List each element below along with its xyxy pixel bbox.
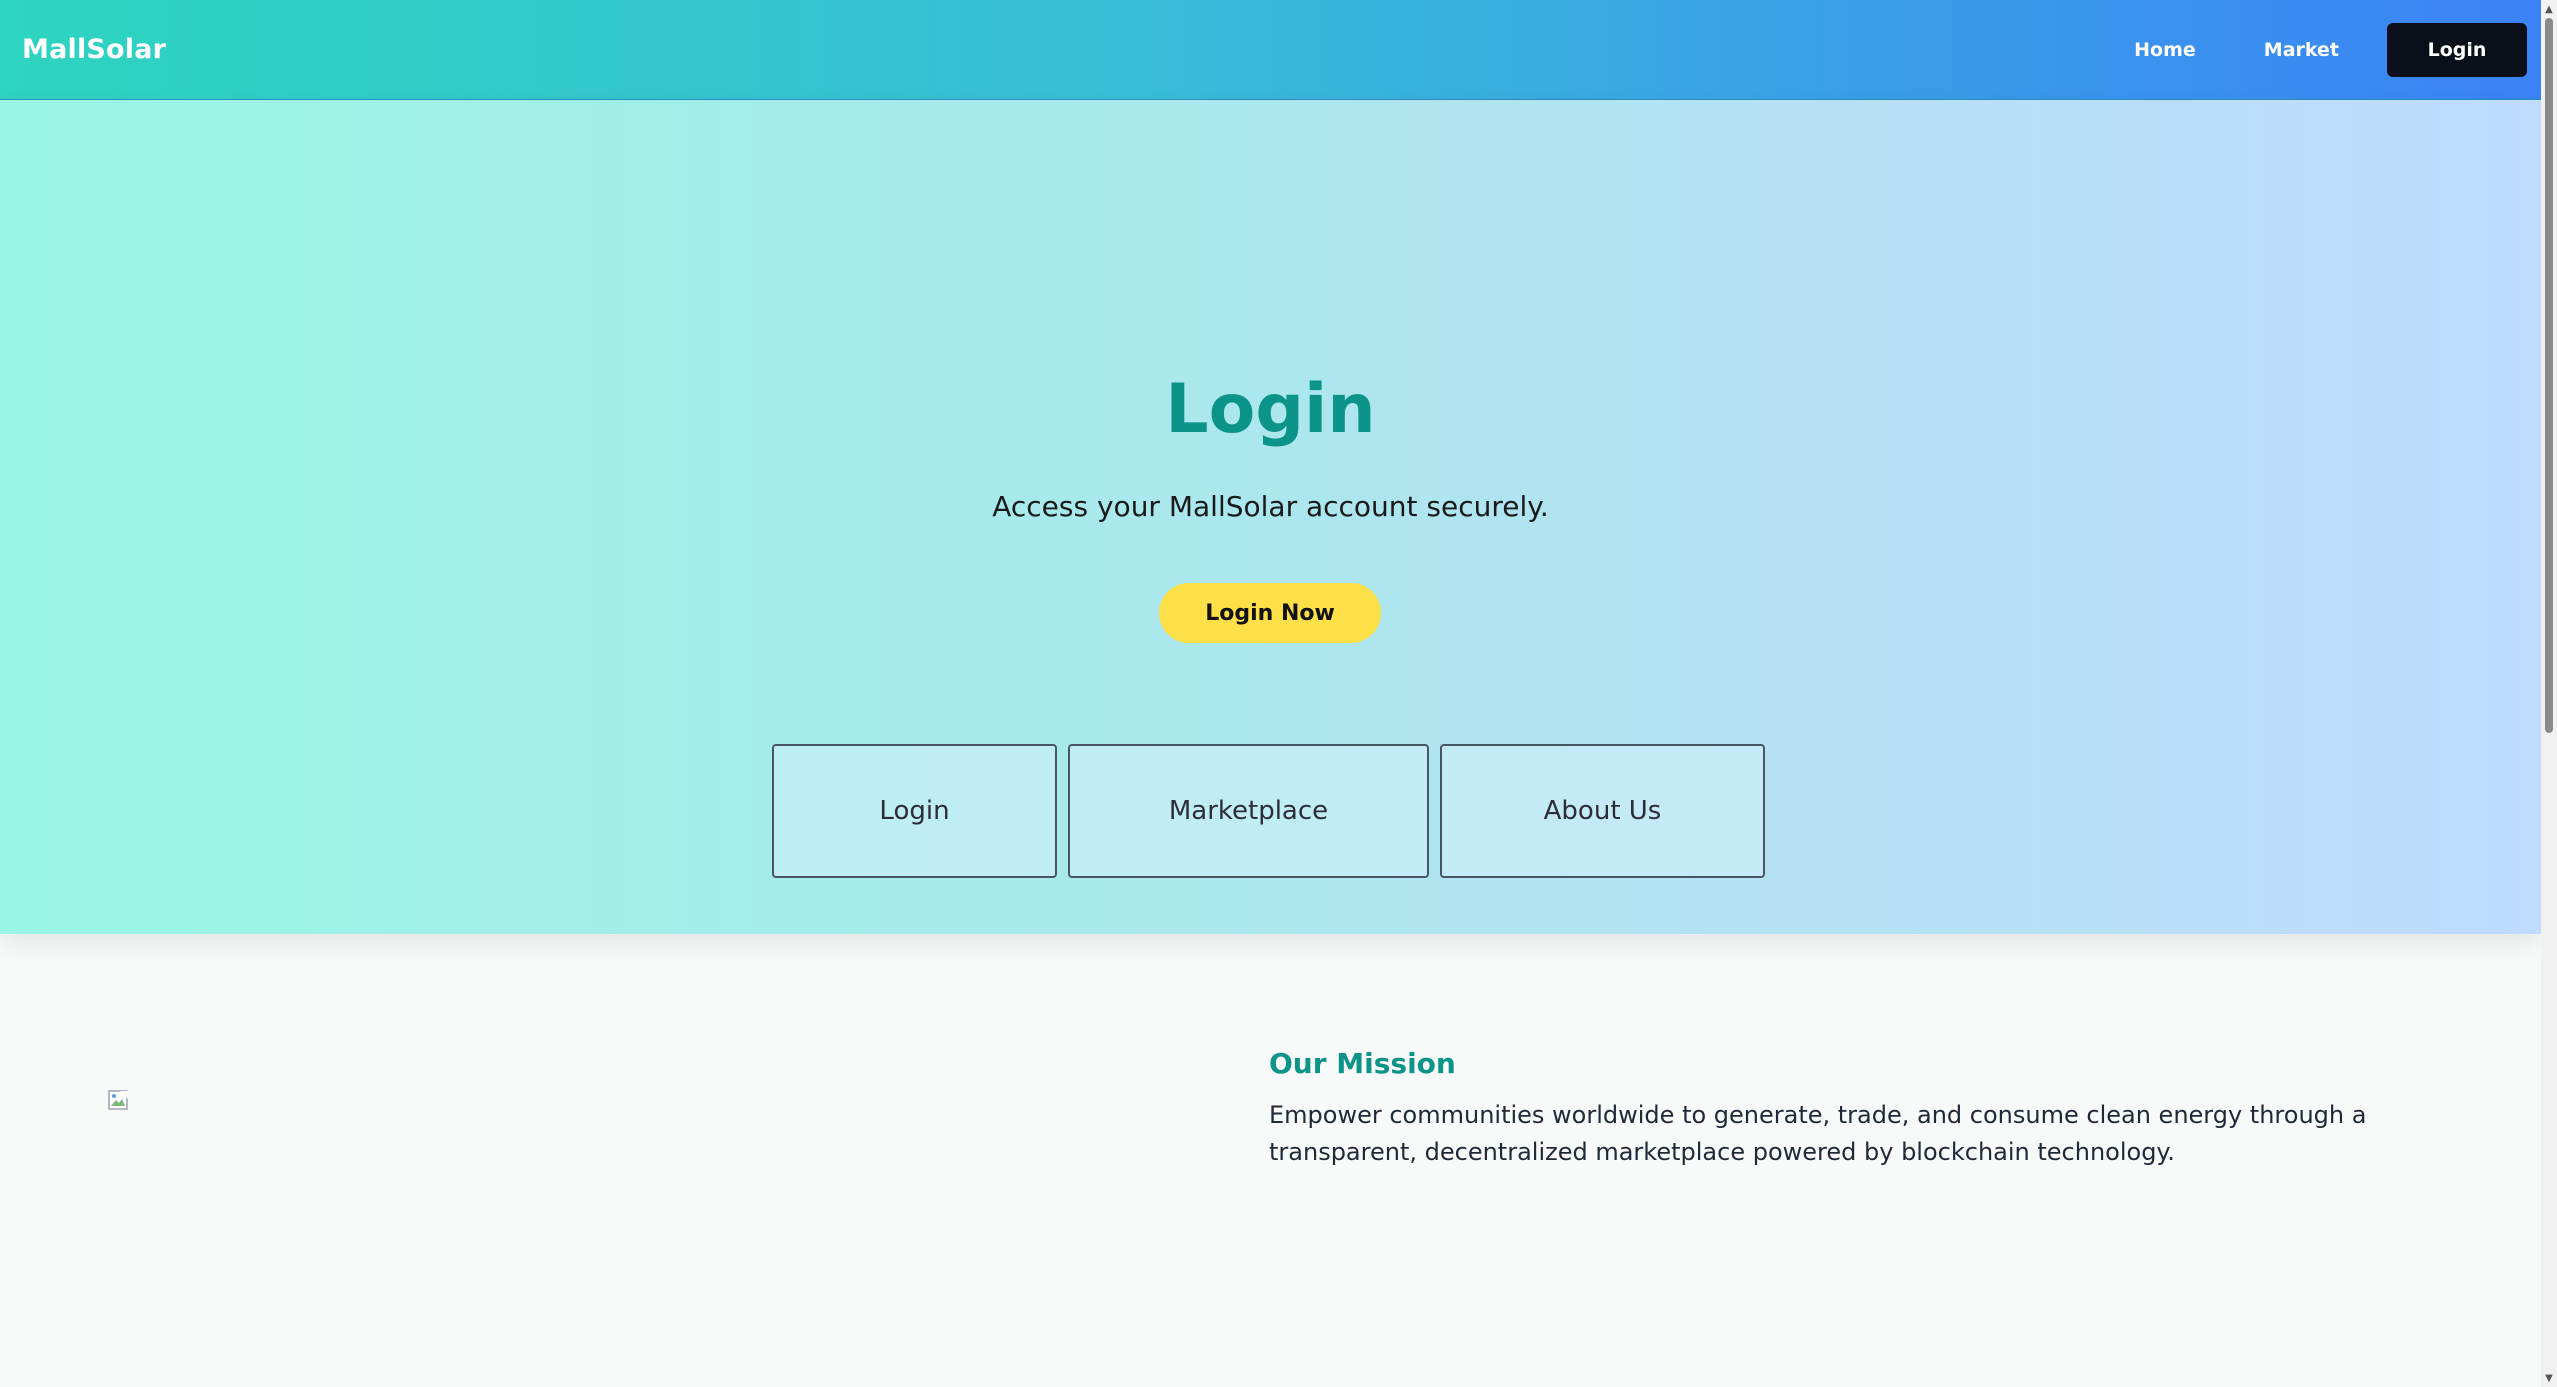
brand-logo[interactable]: MallSolar	[22, 34, 166, 65]
mission-text: Empower communities worldwide to generat…	[1269, 1101, 2367, 1166]
scrollbar-thumb[interactable]	[2545, 18, 2553, 733]
navbar: MallSolar Home Market Login	[0, 0, 2541, 100]
nav-link-home[interactable]: Home	[2100, 25, 2230, 75]
broken-image-icon	[108, 1090, 130, 1112]
scroll-up-icon[interactable]: ▲	[2541, 2, 2557, 16]
vertical-scrollbar[interactable]: ▲ ▼	[2541, 0, 2557, 1387]
page: MallSolar Home Market Login Login Access…	[0, 0, 2541, 1387]
hero-subtitle: Access your MallSolar account securely.	[992, 490, 1549, 523]
login-now-button[interactable]: Login Now	[1159, 583, 1381, 643]
page-title: Login	[1165, 370, 1376, 449]
nav-link-market[interactable]: Market	[2230, 25, 2373, 75]
nav-login-button[interactable]: Login	[2387, 22, 2527, 77]
scroll-down-icon[interactable]: ▼	[2541, 1371, 2557, 1385]
card-about-us[interactable]: About Us	[1440, 744, 1765, 878]
mission-heading: Our Mission	[1269, 1047, 1456, 1080]
hero-section: Login Access your MallSolar account secu…	[0, 100, 2541, 934]
nav-links: Home Market Login	[2100, 22, 2527, 77]
card-marketplace[interactable]: Marketplace	[1068, 744, 1429, 878]
card-login[interactable]: Login	[772, 744, 1057, 878]
